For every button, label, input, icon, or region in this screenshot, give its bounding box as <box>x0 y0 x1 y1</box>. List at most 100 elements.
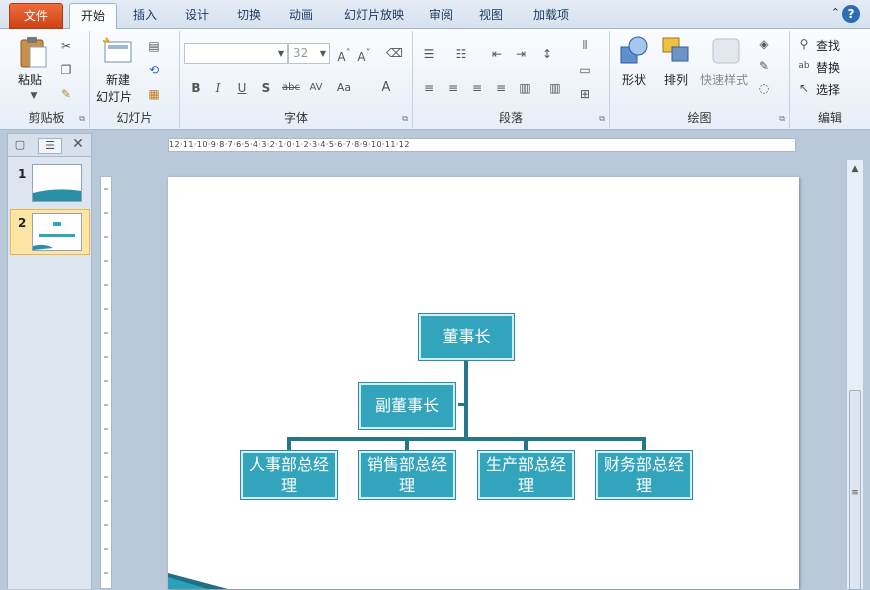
org-box-production-manager[interactable]: 生产部总经 理 <box>477 450 575 500</box>
shapes-button[interactable]: 形状 <box>622 71 646 88</box>
select-icon[interactable]: ↖ <box>796 81 812 95</box>
group-drawing: 形状 排列 快速样式 ◈ ✎ ◌ 绘图 ⧉ <box>610 31 790 128</box>
section-icon[interactable]: ▦ <box>146 87 162 101</box>
connector-drop-2 <box>405 437 409 451</box>
finance-manager-line1: 财务部总经 <box>603 455 684 474</box>
change-case-icon[interactable]: Aa <box>336 81 352 95</box>
production-manager-line1: 生产部总经 <box>485 455 566 474</box>
shrink-font-icon[interactable]: A˅ <box>356 47 372 64</box>
font-color-icon[interactable]: A <box>378 81 394 95</box>
new-slide-label-2[interactable]: 幻灯片 <box>96 88 132 105</box>
slides-tab-icon[interactable]: ▢ <box>12 138 28 152</box>
vertical-ruler-ticks <box>104 188 108 574</box>
select-button[interactable]: 选择 <box>816 81 840 98</box>
font-group-label: 字体 <box>283 111 308 125</box>
shape-outline-icon[interactable]: ✎ <box>756 59 772 73</box>
new-slide-icon[interactable] <box>102 37 134 65</box>
convert-smartart-icon[interactable]: ⊞ <box>577 87 593 101</box>
font-name-select[interactable]: ▼ <box>184 43 288 64</box>
bold-icon[interactable]: B <box>188 81 204 95</box>
decrease-indent-icon[interactable]: ⇤ <box>489 47 505 61</box>
shape-fill-icon[interactable]: ◈ <box>756 37 772 51</box>
scroll-grip-icon: ≡ <box>851 488 859 498</box>
align-left-icon[interactable]: ≡ <box>421 81 437 95</box>
horizontal-ruler[interactable]: 12·11·10·9·8·7·6·5·4·3·2·1·0·1·2·3·4·5·6… <box>168 138 796 152</box>
find-icon[interactable]: ⚲ <box>796 37 812 51</box>
connector-drop-4 <box>642 437 646 451</box>
bullets-icon[interactable]: ☰ <box>421 47 437 61</box>
align-text-icon[interactable]: ▭ <box>577 63 593 77</box>
paste-dropdown-icon[interactable]: ▼ <box>26 89 42 103</box>
increase-indent-icon[interactable]: ⇥ <box>513 47 529 61</box>
font-launcher-icon[interactable]: ⧉ <box>402 114 408 124</box>
org-box-hr-manager[interactable]: 人事部总经 理 <box>240 450 338 500</box>
slides-group-label: 幻灯片 <box>116 111 153 125</box>
arrange-button[interactable]: 排列 <box>664 71 688 88</box>
strikethrough-icon[interactable]: abc <box>282 81 300 95</box>
drawing-launcher-icon[interactable]: ⧉ <box>779 114 785 124</box>
tab-transitions[interactable]: 切换 <box>228 3 270 29</box>
cut-icon[interactable]: ✂ <box>58 39 74 53</box>
shape-effects-icon[interactable]: ◌ <box>756 81 772 95</box>
org-box-vice-chairman[interactable]: 副董事长 <box>358 382 456 430</box>
slide-thumbnail-2[interactable] <box>32 213 82 251</box>
hr-manager-line2: 理 <box>280 476 297 495</box>
font-size-select[interactable]: 32 ▼ <box>288 43 330 64</box>
format-painter-icon[interactable]: ✎ <box>58 87 74 101</box>
align-right-icon[interactable]: ≡ <box>469 81 485 95</box>
tab-animations[interactable]: 动画 <box>280 3 322 29</box>
paste-icon[interactable] <box>18 35 48 69</box>
paste-button[interactable]: 粘贴 <box>18 71 42 88</box>
tab-home[interactable]: 开始 <box>69 3 117 30</box>
shadow-icon[interactable]: S <box>258 81 274 95</box>
thumbnail-number-1: 1 <box>18 167 27 181</box>
arrange-icon[interactable] <box>660 35 692 67</box>
find-button[interactable]: 查找 <box>816 37 840 54</box>
replace-icon[interactable]: ab <box>796 59 812 73</box>
slide-canvas[interactable]: 董事长 副董事长 人事部总经 理 销售部总经 理 生产部总经 理 财务部总经 理 <box>168 177 799 589</box>
tab-view[interactable]: 视图 <box>470 3 512 29</box>
vertical-scrollbar[interactable]: ▲ ≡ <box>846 160 863 590</box>
char-spacing-icon[interactable]: AV <box>308 81 324 95</box>
justify-icon[interactable]: ≡ <box>493 81 509 95</box>
paragraph-launcher-icon[interactable]: ⧉ <box>599 114 605 124</box>
tab-review[interactable]: 审阅 <box>420 3 462 29</box>
minimize-ribbon-icon[interactable]: ⌃ <box>831 6 840 19</box>
new-slide-label-1[interactable]: 新建 <box>106 71 130 88</box>
copy-icon[interactable]: ❐ <box>58 63 74 77</box>
quick-styles-button: 快速样式 <box>700 73 749 87</box>
distributed-icon[interactable]: ▥ <box>517 81 533 95</box>
text-direction-icon[interactable]: ⫼ <box>577 39 593 53</box>
thumbnail-number-2: 2 <box>18 216 27 230</box>
replace-button[interactable]: 替换 <box>816 59 840 76</box>
clear-format-icon[interactable]: ⌫ <box>386 46 403 60</box>
org-box-chairman[interactable]: 董事长 <box>418 313 515 361</box>
layout-icon[interactable]: ▤ <box>146 39 162 53</box>
tab-slideshow[interactable]: 幻灯片放映 <box>334 3 414 29</box>
clipboard-launcher-icon[interactable]: ⧉ <box>79 114 85 124</box>
org-box-finance-manager[interactable]: 财务部总经 理 <box>595 450 693 500</box>
outline-tab-icon[interactable]: ☰ <box>38 138 62 154</box>
numbering-icon[interactable]: ☷ <box>453 47 469 61</box>
grow-font-icon[interactable]: A˄ <box>336 47 352 64</box>
tab-design[interactable]: 设计 <box>176 3 218 29</box>
quick-styles-icon <box>712 38 740 64</box>
tab-addins[interactable]: 加载项 <box>524 3 578 29</box>
tab-file[interactable]: 文件 <box>9 3 63 29</box>
line-spacing-icon[interactable]: ↕ <box>539 47 555 61</box>
reset-icon[interactable]: ⟲ <box>146 63 162 77</box>
help-icon[interactable]: ? <box>842 5 860 23</box>
org-box-sales-manager[interactable]: 销售部总经 理 <box>358 450 456 500</box>
italic-icon[interactable]: I <box>210 81 226 95</box>
align-center-icon[interactable]: ≡ <box>445 81 461 95</box>
tab-insert[interactable]: 插入 <box>124 3 166 29</box>
vertical-ruler[interactable] <box>100 176 112 589</box>
underline-icon[interactable]: U <box>234 81 250 95</box>
scroll-up-icon[interactable]: ▲ <box>847 162 863 176</box>
shapes-icon[interactable] <box>618 35 650 67</box>
slide-thumbnail-1[interactable] <box>32 164 82 202</box>
columns-icon[interactable]: ▥ <box>547 81 563 95</box>
thumbnail-2-graphic <box>33 222 75 250</box>
hr-manager-line1: 人事部总经 <box>248 455 329 474</box>
close-panel-icon[interactable]: ✕ <box>70 137 86 151</box>
